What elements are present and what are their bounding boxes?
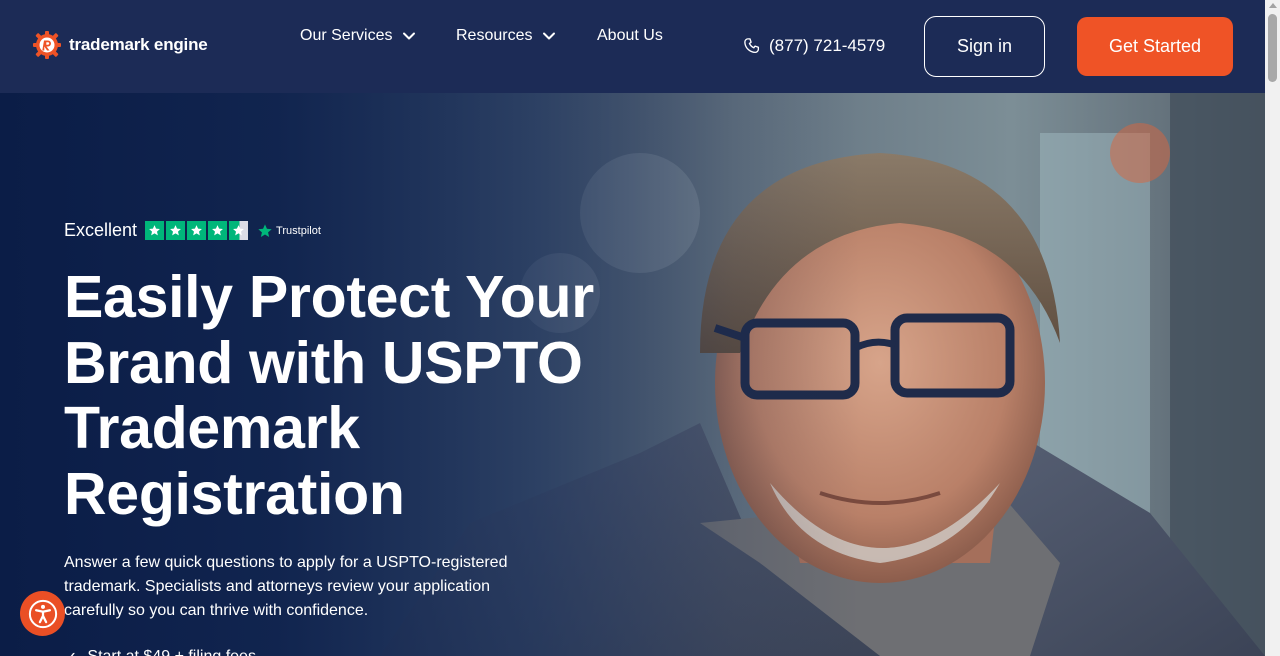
phone-icon [744,38,760,54]
accessibility-button[interactable] [20,591,65,636]
rating-word: Excellent [64,220,138,240]
star-half-icon [229,221,249,240]
nav-our-services[interactable]: Our Services [300,27,416,45]
trustpilot-rating[interactable]: Excellent Trustpilot [64,220,321,241]
get-started-button[interactable]: Get Started [1077,17,1233,76]
scroll-thumb[interactable] [1268,14,1277,82]
logo[interactable]: trademark engine [31,29,208,61]
star-icon [145,221,165,240]
rating-stars [145,221,249,240]
phone-link[interactable]: (877) 721-4579 [743,36,885,56]
sign-in-button[interactable]: Sign in [924,16,1045,77]
trustpilot-star-icon [258,223,272,237]
trustpilot-label: Trustpilot [276,224,321,237]
accessibility-icon [28,599,57,628]
star-icon [208,221,228,240]
hero-subtext: Answer a few quick questions to apply fo… [64,554,508,619]
star-icon [166,221,186,240]
nav-resources[interactable]: Resources [456,27,556,45]
trademark-engine-logo-icon [33,31,61,59]
nav-resources-label: Resources [456,27,533,44]
page-scrollbar[interactable] [1265,0,1280,656]
site-header: trademark engine Our Services Resources … [0,0,1265,93]
phone-number: (877) 721-4579 [769,36,886,55]
nav-about-us-label: About Us [597,27,663,44]
logo-text: trademark engine [69,35,208,54]
hero-section: Excellent Trustpilot Easily Protect Your… [0,93,1265,656]
bullet-check-icon: ✓ [64,648,77,656]
chevron-down-icon [403,32,416,40]
hero-headline: Easily Protect Your Brand with USPTO Tra… [64,264,594,527]
scroll-up-arrow-icon[interactable] [1269,3,1277,8]
star-icon [187,221,207,240]
hero-bullet: ✓ Start at $49 + filing fees [64,648,256,656]
nav-our-services-label: Our Services [300,27,393,44]
nav-about-us[interactable]: About Us [597,27,663,45]
hero-bullet-text: Start at $49 + filing fees [87,648,256,656]
trustpilot-logo: Trustpilot [257,223,321,239]
chevron-down-icon [543,32,556,40]
